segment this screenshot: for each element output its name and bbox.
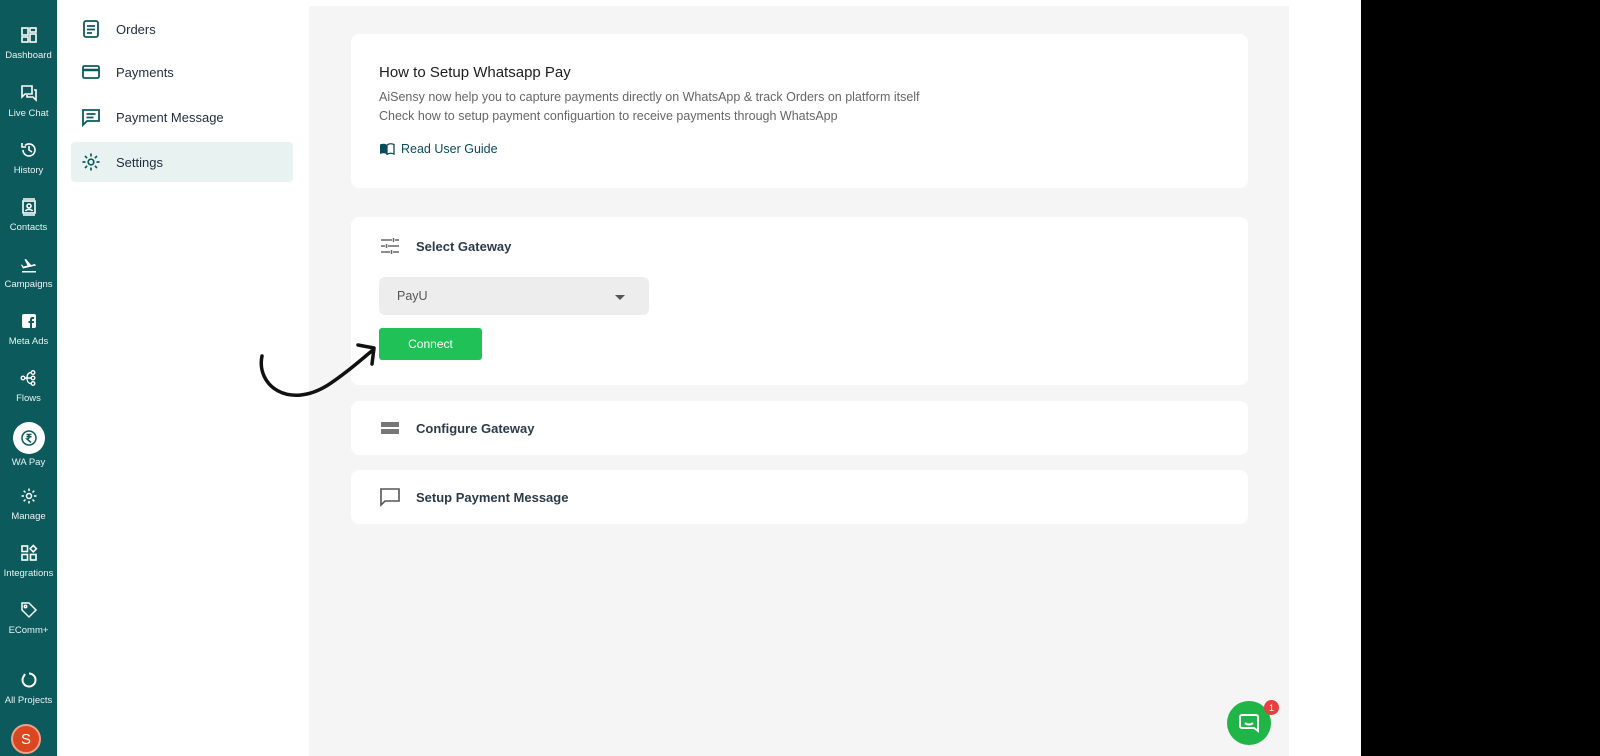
top-strip: [309, 0, 1289, 6]
contacts-icon: [21, 198, 36, 216]
configure-gateway-header[interactable]: Configure Gateway: [379, 417, 534, 439]
campaigns-icon: [20, 259, 36, 273]
submenu-label: Payment Message: [116, 109, 224, 125]
rail-item-campaigns[interactable]: Campaigns: [0, 253, 57, 305]
read-user-guide-link[interactable]: Read User Guide: [379, 142, 498, 156]
rail-label: Integrations: [3, 568, 54, 579]
submenu-item-orders[interactable]: Orders: [71, 9, 293, 49]
setup-info-card: How to Setup Whatsapp Pay AiSensy now he…: [351, 34, 1248, 188]
outer-background: [1361, 0, 1600, 756]
select-gateway-card: Select Gateway PayU Connect: [351, 217, 1248, 385]
orders-icon: [80, 18, 102, 40]
card-icon: [80, 61, 102, 83]
rail-label: History: [13, 165, 44, 176]
projects-icon: [21, 672, 36, 688]
gateway-select-value: PayU: [397, 289, 428, 303]
icon-rail: Dashboard Live Chat History Contacts Cam…: [0, 0, 57, 756]
configure-gateway-heading: Configure Gateway: [416, 420, 535, 436]
gear-icon: [21, 488, 36, 504]
annotation-arrow-icon: [259, 343, 376, 397]
sliders-icon: [379, 235, 401, 257]
facebook-icon: [21, 314, 36, 328]
gateway-icon: [379, 417, 401, 439]
rail-item-contacts[interactable]: Contacts: [0, 196, 57, 248]
submenu-item-settings[interactable]: Settings: [71, 142, 293, 182]
rail-item-all-projects[interactable]: All Projects: [0, 669, 57, 721]
rail-item-meta-ads[interactable]: Meta Ads: [0, 310, 57, 362]
rail-label: Dashboard: [5, 50, 52, 61]
connect-button[interactable]: Connect: [379, 328, 482, 360]
message-icon: [80, 106, 102, 128]
rail-label: Manage: [11, 511, 46, 522]
submenu-label: Orders: [116, 21, 156, 37]
guide-label: Read User Guide: [401, 142, 498, 156]
rail-item-live-chat[interactable]: Live Chat: [0, 82, 57, 134]
gateway-select[interactable]: PayU: [379, 277, 649, 315]
setup-title: How to Setup Whatsapp Pay: [379, 64, 571, 81]
app-frame: Dashboard Live Chat History Contacts Cam…: [0, 0, 1361, 756]
submenu-item-payments[interactable]: Payments: [71, 52, 293, 92]
right-gutter: [1289, 0, 1361, 756]
gear-icon: [80, 151, 102, 173]
rail-item-history[interactable]: History: [0, 139, 57, 191]
submenu-item-payment-message[interactable]: Payment Message: [71, 97, 293, 137]
rail-label: Flows: [16, 393, 41, 404]
rupee-icon: [20, 430, 37, 446]
comment-icon: [379, 486, 401, 508]
submenu-label: Payments: [116, 64, 174, 80]
notification-badge: 1: [1264, 700, 1279, 715]
configure-gateway-card[interactable]: Configure Gateway: [351, 401, 1248, 455]
rail-label: Contacts: [9, 222, 48, 233]
setup-payment-message-card[interactable]: Setup Payment Message: [351, 470, 1248, 524]
setup-payment-message-header[interactable]: Setup Payment Message: [379, 486, 568, 508]
setup-payment-message-heading: Setup Payment Message: [416, 489, 569, 505]
rail-item-flows[interactable]: Flows: [0, 367, 57, 419]
rail-item-integrations[interactable]: Integrations: [0, 542, 57, 594]
rail-label: Campaigns: [4, 279, 53, 290]
submenu-label: Settings: [116, 154, 163, 170]
setup-description-2: Check how to setup payment configuartion…: [379, 109, 838, 123]
active-icon-circle: [12, 422, 45, 454]
chat-icon: [20, 85, 37, 102]
setup-description-1: AiSensy now help you to capture payments…: [379, 90, 920, 104]
history-icon: [20, 143, 36, 157]
rail-item-wa-pay[interactable]: WA Pay: [0, 422, 57, 480]
rail-item-dashboard[interactable]: Dashboard: [0, 24, 57, 76]
select-gateway-header[interactable]: Select Gateway: [379, 235, 511, 257]
user-avatar[interactable]: S: [11, 724, 41, 754]
rail-item-ecomm[interactable]: EComm+: [0, 599, 57, 651]
main-content: How to Setup Whatsapp Pay AiSensy now he…: [309, 0, 1289, 756]
select-gateway-heading: Select Gateway: [416, 238, 512, 254]
rail-label: Meta Ads: [8, 336, 49, 347]
rail-label: WA Pay: [11, 457, 46, 468]
tag-icon: [20, 602, 37, 619]
book-icon: [380, 143, 395, 155]
rail-label: Live Chat: [8, 108, 49, 119]
chat-bubble-icon: [1239, 714, 1259, 733]
integrations-icon: [20, 544, 38, 561]
flows-icon: [20, 370, 35, 386]
rail-label: EComm+: [8, 625, 49, 636]
rail-item-manage[interactable]: Manage: [0, 485, 57, 537]
dashboard-icon: [20, 27, 37, 43]
chevron-down-icon: [615, 295, 625, 300]
rail-label: All Projects: [4, 695, 53, 706]
